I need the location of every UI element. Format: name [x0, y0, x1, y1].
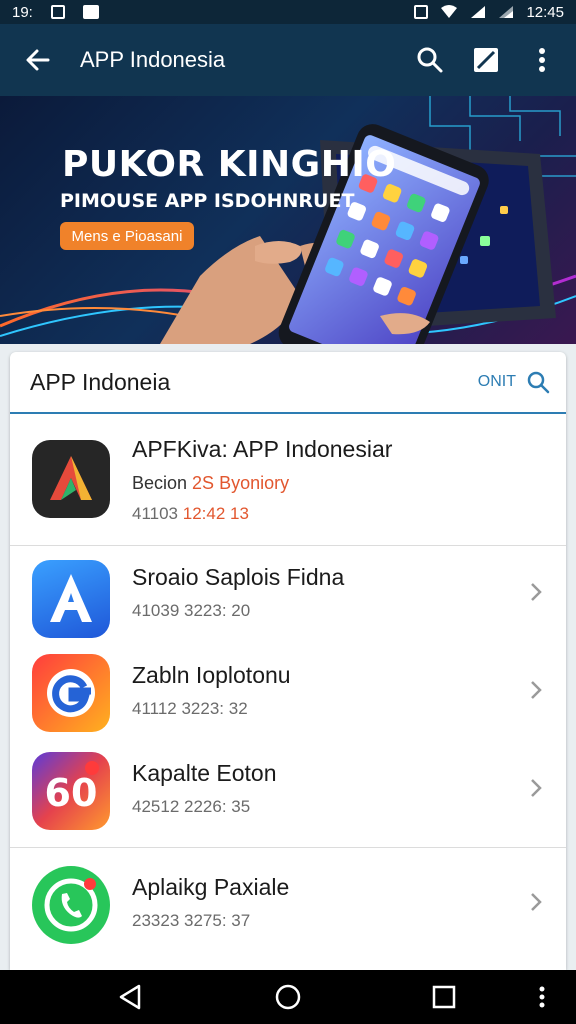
sixty-app-icon: 60 — [32, 752, 110, 830]
letter-g-app-icon — [32, 654, 110, 732]
app-list-card: APP Indoneia ONIT APFKiva: APP Indonesia… — [10, 352, 566, 970]
arrow-left-icon — [26, 49, 50, 71]
phone-chat-app-icon — [32, 866, 110, 944]
more-vert-icon — [539, 986, 545, 1008]
letter-a-app-icon — [32, 560, 110, 638]
card-header-action[interactable]: ONIT — [478, 373, 516, 391]
nav-recents-button[interactable] — [424, 979, 464, 1015]
list-item[interactable]: Zabln Ioplotonu 41112 3223: 32 — [10, 646, 566, 746]
edit-icon — [474, 48, 498, 72]
edit-button[interactable] — [458, 32, 514, 88]
featured-app-row[interactable]: APFKiva: APP Indonesiar Becion 2S Byonio… — [10, 414, 566, 546]
square-recents-icon — [432, 985, 456, 1009]
app-meta: 41039 3223: 20 — [132, 601, 251, 620]
banner-headline: PUKOR KINGHIO — [62, 144, 397, 185]
promo-banner[interactable]: PUKOR KINGHIO PIMOUSE APP ISDOHNRUET Men… — [0, 96, 576, 344]
nav-more-button[interactable] — [522, 979, 562, 1015]
status-bar: 19: 12:45 — [0, 0, 576, 24]
signal-icon-2 — [499, 6, 514, 18]
app-meta: 23323 3275: 37 — [132, 911, 251, 930]
banner-cta-button[interactable]: Mens e Pioasani — [60, 222, 194, 250]
app-name: Kapalte Eoton — [132, 760, 277, 786]
more-options-button[interactable] — [514, 32, 570, 88]
banner-illustration — [0, 96, 576, 344]
app-name: Sroaio Saplois Fidna — [132, 564, 345, 590]
chevron-right-icon — [531, 893, 542, 911]
search-icon[interactable] — [526, 370, 550, 394]
system-nav-bar — [0, 970, 576, 1024]
list-item[interactable]: Sroaio Saplois Fidna 41039 3223: 20 — [10, 546, 566, 646]
wifi-icon — [441, 5, 458, 18]
featured-app-subtitle: Becion 2S Byoniory — [132, 473, 290, 493]
chevron-right-icon — [531, 779, 542, 797]
list-item[interactable]: 60 Kapalte Eoton 42512 2226: 35 — [10, 746, 566, 848]
nav-home-button[interactable] — [268, 979, 308, 1015]
card-title: APP Indoneia — [30, 368, 171, 395]
app-name: Aplaikg Paxiale — [132, 874, 290, 900]
status-cast-icon — [414, 5, 429, 19]
search-button[interactable] — [402, 32, 458, 88]
search-icon — [417, 47, 443, 73]
chevron-right-icon — [531, 681, 542, 699]
featured-app-meta: 41103 12:42 13 — [132, 504, 249, 523]
app-name: Zabln Ioplotonu — [132, 662, 291, 688]
app-bar: APP Indonesia — [0, 24, 576, 96]
list-item[interactable]: Aplaikg Paxiale 23323 3275: 37 — [10, 848, 566, 968]
app-meta: 41112 3223: 32 — [132, 699, 248, 718]
featured-app-name: APFKiva: APP Indonesiar — [132, 436, 393, 462]
featured-app-icon — [32, 440, 110, 518]
status-time-left: 19: — [12, 3, 33, 21]
nav-back-button[interactable] — [110, 979, 150, 1015]
more-vert-icon — [539, 48, 545, 72]
app-meta: 42512 2226: 35 — [132, 797, 251, 816]
circle-home-icon — [275, 984, 301, 1010]
signal-icon — [471, 6, 486, 18]
svg-text:60: 60 — [45, 771, 98, 815]
triangle-back-icon — [119, 984, 141, 1010]
status-photo-icon — [82, 5, 99, 19]
status-time: 12:45 — [526, 3, 564, 21]
banner-subheadline: PIMOUSE APP ISDOHNRUET — [60, 190, 355, 212]
status-notification-icon — [50, 5, 65, 19]
card-header: APP Indoneia ONIT — [10, 352, 566, 414]
chevron-right-icon — [531, 583, 542, 601]
back-button[interactable] — [10, 32, 66, 88]
app-bar-title: APP Indonesia — [80, 47, 226, 72]
